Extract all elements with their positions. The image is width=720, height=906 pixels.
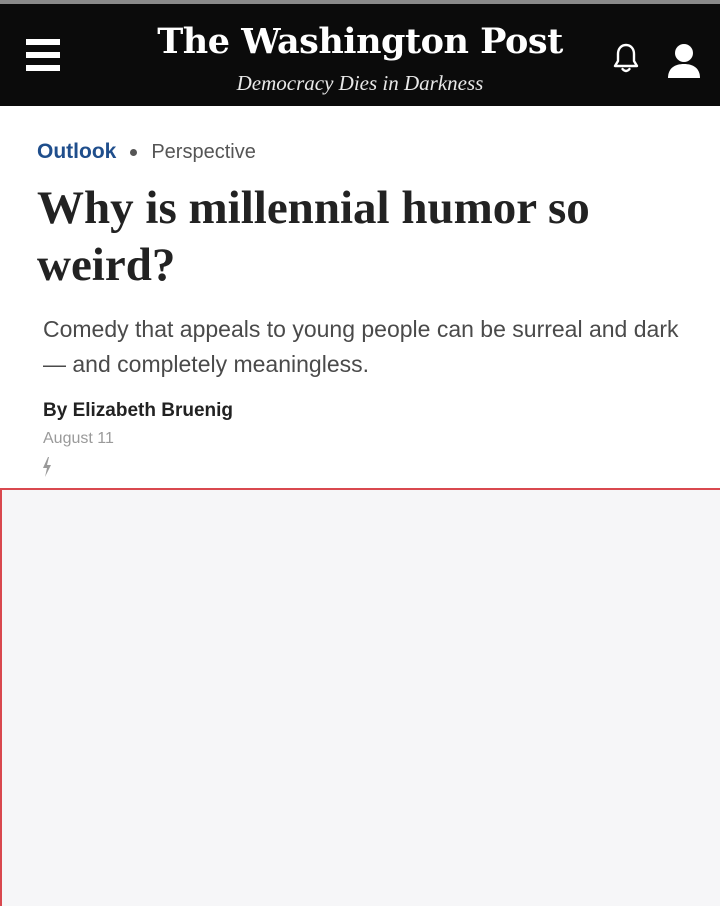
kicker-separator-dot [130,148,138,156]
byline-prefix: By [43,400,68,421]
embedded-content-frame [0,488,720,906]
author-link[interactable]: Elizabeth Bruenig [73,400,233,421]
article-type-label: Perspective [151,140,256,163]
site-logo[interactable]: The Washington Post [150,20,570,64]
hamburger-menu-icon[interactable] [26,39,60,73]
article-byline: By Elizabeth Bruenig [43,399,233,423]
article-date: August 11 [43,430,114,447]
lightning-bolt-icon [41,456,53,478]
article-headline: Why is millennial humor so weird? [37,182,590,291]
user-icon[interactable] [664,42,704,82]
site-tagline: Democracy Dies in Darkness [236,71,484,95]
section-link-outlook[interactable]: Outlook [37,140,116,164]
article-subhead: Comedy that appeals to young people can … [43,316,679,377]
masthead: The Washington Post Democracy Dies in Da… [0,4,720,106]
bell-icon[interactable] [612,42,640,76]
article-kicker: Outlook Perspective [37,138,256,166]
